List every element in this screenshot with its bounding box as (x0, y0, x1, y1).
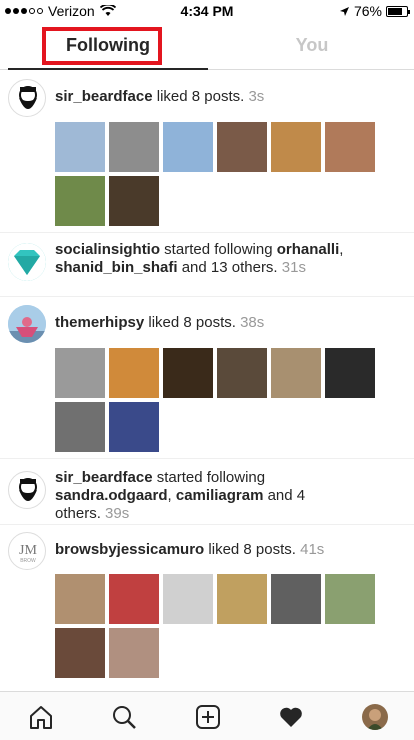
bottom-nav (0, 691, 414, 740)
notification-text: browsbyjessicamuro liked 8 posts. 41s (55, 541, 325, 558)
location-arrow-icon (339, 6, 349, 16)
post-thumbnail[interactable] (325, 348, 375, 398)
home-icon[interactable] (28, 704, 54, 730)
svg-text:JM: JM (19, 543, 37, 558)
status-bar: Verizon 4:34 PM 76% (0, 0, 414, 22)
post-thumbnail[interactable] (109, 122, 159, 172)
post-thumbnail[interactable] (55, 122, 105, 172)
post-thumbnail[interactable] (109, 176, 159, 226)
post-thumbnail[interactable] (217, 574, 267, 624)
post-thumbnail[interactable] (55, 574, 105, 624)
username[interactable]: socialinsightio (55, 241, 160, 258)
activity-tabs: Following You (0, 22, 414, 70)
timestamp: 3s (248, 88, 265, 105)
followed-user[interactable]: sandra.odgaard (55, 487, 168, 504)
tab-following[interactable]: Following (8, 22, 208, 70)
list-item[interactable]: socialinsightio started following orhana… (0, 233, 414, 297)
followed-user[interactable]: shanid_bin_shafi (55, 259, 178, 276)
post-thumbnail[interactable] (163, 348, 213, 398)
username[interactable]: sir_beardface (55, 88, 153, 105)
battery-icon (386, 5, 410, 17)
timestamp: 31s (281, 259, 306, 276)
post-thumbnails (55, 122, 385, 226)
list-item[interactable]: themerhipsy liked 8 posts. 38s (0, 297, 414, 459)
list-item[interactable]: sir_beardface liked 8 posts. 3s (0, 71, 414, 233)
svg-text:BROW: BROW (20, 558, 36, 564)
avatar[interactable] (8, 79, 46, 117)
followed-user[interactable]: camiliagram (176, 487, 264, 504)
notification-text: sir_beardface liked 8 posts. 3s (55, 88, 265, 105)
post-thumbnail[interactable] (271, 122, 321, 172)
notification-text: themerhipsy liked 8 posts. 38s (55, 314, 265, 331)
timestamp: 39s (105, 505, 130, 522)
post-thumbnail[interactable] (271, 348, 321, 398)
timestamp: 38s (240, 314, 265, 331)
post-thumbnail[interactable] (271, 574, 321, 624)
highlight-box (42, 27, 162, 65)
avatar[interactable]: JM BROW (8, 532, 46, 570)
search-icon[interactable] (111, 704, 137, 730)
avatar[interactable] (8, 471, 46, 509)
heart-icon[interactable] (278, 704, 304, 730)
list-item[interactable]: JM BROW browsbyjessicamuro liked 8 posts.… (0, 525, 414, 691)
post-thumbnail[interactable] (109, 348, 159, 398)
post-thumbnail[interactable] (217, 348, 267, 398)
post-thumbnail[interactable] (55, 628, 105, 678)
post-thumbnail[interactable] (163, 574, 213, 624)
username[interactable]: themerhipsy (55, 314, 144, 331)
post-thumbnail[interactable] (217, 122, 267, 172)
activity-feed[interactable]: sir_beardface liked 8 posts. 3s socialin… (0, 71, 414, 691)
tab-you[interactable]: You (210, 22, 414, 70)
username[interactable]: sir_beardface (55, 469, 153, 486)
post-thumbnail[interactable] (109, 574, 159, 624)
battery-percent: 76% (353, 3, 382, 19)
post-thumbnail[interactable] (55, 176, 105, 226)
post-thumbnail[interactable] (325, 574, 375, 624)
list-item[interactable]: sir_beardface started following sandra.od… (0, 459, 414, 525)
timestamp: 41s (300, 541, 325, 558)
post-thumbnails (55, 348, 385, 452)
notification-text: sir_beardface started following sandra.od… (55, 469, 306, 522)
post-thumbnail[interactable] (109, 402, 159, 452)
notification-text: socialinsightio started following orhana… (55, 241, 344, 276)
avatar[interactable] (8, 243, 46, 281)
post-thumbnail[interactable] (55, 348, 105, 398)
avatar[interactable] (8, 305, 46, 343)
post-thumbnail[interactable] (55, 402, 105, 452)
add-icon[interactable] (195, 704, 221, 730)
tab-you-label: You (295, 35, 329, 55)
status-right: 76% (339, 3, 410, 19)
post-thumbnail[interactable] (325, 122, 375, 172)
profile-avatar[interactable] (362, 704, 388, 730)
username[interactable]: browsbyjessicamuro (55, 541, 204, 558)
post-thumbnail[interactable] (163, 122, 213, 172)
post-thumbnails (55, 574, 385, 678)
post-thumbnail[interactable] (109, 628, 159, 678)
followed-user[interactable]: orhanalli (277, 241, 340, 258)
